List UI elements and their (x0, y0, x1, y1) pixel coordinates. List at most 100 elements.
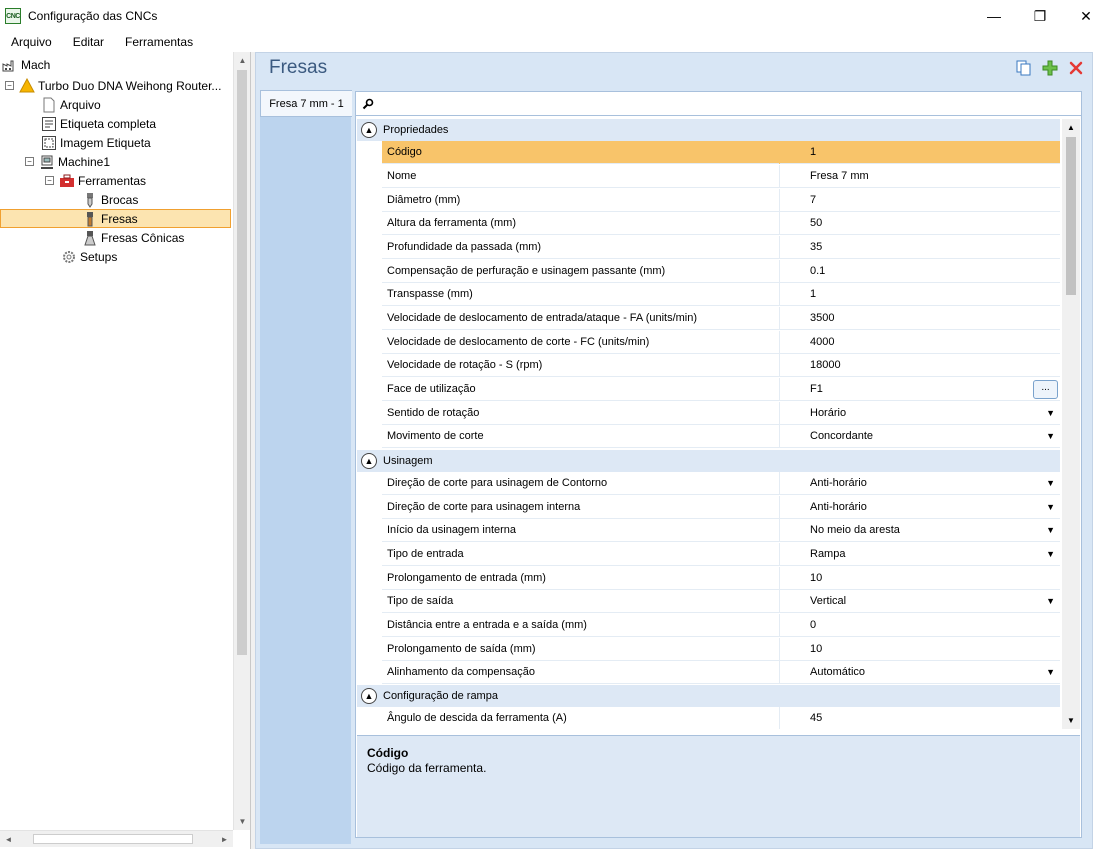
property-row-prolongamento-entrada[interactable]: Prolongamento de entrada (mm) 10 (382, 567, 1060, 590)
property-row-profundidade[interactable]: Profundidade da passada (mm) 35 (382, 236, 1060, 259)
dropdown-arrow-icon[interactable]: ▼ (1046, 496, 1055, 519)
property-value[interactable]: 1 (810, 283, 816, 306)
menu-ferramentas[interactable]: Ferramentas (114, 35, 203, 49)
dropdown-arrow-icon[interactable]: ▼ (1046, 402, 1055, 425)
property-row-prolongamento-saida[interactable]: Prolongamento de saída (mm) 10 (382, 638, 1060, 661)
collapse-chevron-icon[interactable]: ▲ (361, 122, 377, 138)
minimize-button[interactable]: — (971, 0, 1017, 32)
dropdown-arrow-icon[interactable]: ▼ (1046, 590, 1055, 613)
restore-button[interactable]: ❐ (1017, 0, 1063, 32)
property-value[interactable]: F1 (810, 378, 823, 401)
property-value[interactable]: Rampa (810, 543, 845, 566)
scroll-down-arrow-icon[interactable]: ▼ (1062, 712, 1080, 729)
tree-item-fresas-conicas[interactable]: Fresas Cônicas (82, 228, 184, 247)
property-value[interactable]: Horário (810, 402, 846, 425)
tree-item-fresas[interactable]: Fresas (0, 209, 231, 228)
property-row-velocidade-rotacao[interactable]: Velocidade de rotação - S (rpm) 18000 (382, 354, 1060, 377)
property-row-alinhamento[interactable]: Alinhamento da compensação Automático ▼ (382, 661, 1060, 684)
property-row-nome[interactable]: Nome Fresa 7 mm (382, 165, 1060, 188)
property-value[interactable]: Automático (810, 661, 865, 684)
scroll-up-arrow-icon[interactable]: ▲ (1062, 119, 1080, 136)
property-value[interactable]: 10 (810, 567, 822, 590)
property-value[interactable]: Fresa 7 mm (810, 165, 869, 188)
property-value[interactable]: 0.1 (810, 260, 825, 283)
scroll-left-arrow-icon[interactable]: ◄ (0, 831, 17, 848)
scroll-right-arrow-icon[interactable]: ► (216, 831, 233, 848)
ellipsis-button[interactable]: ... (1033, 380, 1058, 399)
dropdown-arrow-icon[interactable]: ▼ (1046, 472, 1055, 495)
property-row-velocidade-corte[interactable]: Velocidade de deslocamento de corte - FC… (382, 331, 1060, 354)
property-row-diametro[interactable]: Diâmetro (mm) 7 (382, 189, 1060, 212)
scrollbar-thumb[interactable] (33, 834, 193, 844)
property-row-velocidade-entrada[interactable]: Velocidade de deslocamento de entrada/at… (382, 307, 1060, 330)
property-row-angulo-descida[interactable]: Ângulo de descida da ferramenta (A) 45 (382, 707, 1060, 729)
property-row-tipo-entrada[interactable]: Tipo de entrada Rampa ▼ (382, 543, 1060, 566)
collapse-toggle[interactable]: − (45, 176, 54, 185)
category-usinagem[interactable]: ▲ Usinagem (357, 450, 1060, 472)
delete-button[interactable] (1066, 58, 1086, 78)
window-titlebar: CNC Configuração das CNCs — ❐ ✕ (0, 0, 1109, 32)
dropdown-arrow-icon[interactable]: ▼ (1046, 519, 1055, 542)
search-bar[interactable] (356, 92, 1081, 116)
property-row-direcao-interna[interactable]: Direção de corte para usinagem interna A… (382, 496, 1060, 519)
property-value[interactable]: 45 (810, 707, 822, 729)
property-row-transpasse[interactable]: Transpasse (mm) 1 (382, 283, 1060, 306)
property-value[interactable]: 18000 (810, 354, 841, 377)
property-row-compensacao[interactable]: Compensação de perfuração e usinagem pas… (382, 260, 1060, 283)
tree-item-ferramentas[interactable]: − Ferramentas (45, 171, 146, 190)
property-value[interactable]: 0 (810, 614, 816, 637)
property-value[interactable]: 1 (810, 141, 816, 164)
dropdown-arrow-icon[interactable]: ▼ (1046, 425, 1055, 448)
collapse-toggle[interactable]: − (25, 157, 34, 166)
category-propriedades[interactable]: ▲ Propriedades (357, 119, 1060, 141)
property-value[interactable]: 3500 (810, 307, 834, 330)
property-row-movimento[interactable]: Movimento de corte Concordante ▼ (382, 425, 1060, 448)
property-value[interactable]: Vertical (810, 590, 846, 613)
add-button[interactable] (1040, 58, 1060, 78)
property-row-direcao-contorno[interactable]: Direção de corte para usinagem de Contor… (382, 472, 1060, 495)
tree-horizontal-scrollbar[interactable]: ◄ ► (0, 830, 233, 847)
collapse-toggle[interactable]: − (5, 81, 14, 90)
category-rampa[interactable]: ▲ Configuração de rampa (357, 685, 1060, 707)
property-row-distancia[interactable]: Distância entre a entrada e a saída (mm)… (382, 614, 1060, 637)
property-value[interactable]: Anti-horário (810, 496, 867, 519)
property-row-face[interactable]: Face de utilização F1 ... (382, 378, 1060, 401)
tree-item-machine-group[interactable]: − Turbo Duo DNA Weihong Router... (5, 76, 221, 95)
property-value[interactable]: 35 (810, 236, 822, 259)
property-value[interactable]: 50 (810, 212, 822, 235)
property-value[interactable]: 7 (810, 189, 816, 212)
property-value[interactable]: Concordante (810, 425, 873, 448)
tree-item-etiqueta-completa[interactable]: Etiqueta completa (41, 114, 156, 133)
tree-vertical-scrollbar[interactable]: ▲ ▼ (233, 52, 250, 830)
tree-item-machine1[interactable]: − Machine1 (25, 152, 110, 171)
tree-item-arquivo[interactable]: Arquivo (41, 95, 101, 114)
property-value[interactable]: 4000 (810, 331, 834, 354)
grid-vertical-scrollbar[interactable]: ▲ ▼ (1062, 119, 1080, 729)
menu-editar[interactable]: Editar (62, 35, 114, 49)
tree-item-brocas[interactable]: Brocas (82, 190, 138, 209)
tool-tab-fresa-7mm[interactable]: Fresa 7 mm - 1 (260, 90, 352, 117)
scroll-up-arrow-icon[interactable]: ▲ (234, 52, 251, 69)
dropdown-arrow-icon[interactable]: ▼ (1046, 543, 1055, 566)
copy-button[interactable] (1014, 58, 1034, 78)
tree-item-setups[interactable]: Setups (61, 247, 117, 266)
tree-item-mach[interactable]: Mach (2, 55, 50, 74)
property-row-codigo[interactable]: Código 1 (382, 141, 1060, 164)
property-row-tipo-saida[interactable]: Tipo de saída Vertical ▼ (382, 590, 1060, 613)
property-row-inicio-usinagem[interactable]: Início da usinagem interna No meio da ar… (382, 519, 1060, 542)
collapse-chevron-icon[interactable]: ▲ (361, 688, 377, 704)
property-value[interactable]: 10 (810, 638, 822, 661)
property-row-sentido[interactable]: Sentido de rotação Horário ▼ (382, 402, 1060, 425)
property-value[interactable]: Anti-horário (810, 472, 867, 495)
scrollbar-thumb[interactable] (1066, 137, 1076, 295)
close-button[interactable]: ✕ (1063, 0, 1109, 32)
property-row-altura[interactable]: Altura da ferramenta (mm) 50 (382, 212, 1060, 235)
end-mill-icon (82, 211, 98, 227)
dropdown-arrow-icon[interactable]: ▼ (1046, 661, 1055, 684)
menu-arquivo[interactable]: Arquivo (0, 35, 62, 49)
scroll-down-arrow-icon[interactable]: ▼ (234, 813, 251, 830)
property-value[interactable]: No meio da aresta (810, 519, 900, 542)
tree-item-imagem-etiqueta[interactable]: Imagem Etiqueta (41, 133, 151, 152)
collapse-chevron-icon[interactable]: ▲ (361, 453, 377, 469)
scrollbar-thumb[interactable] (237, 70, 247, 655)
